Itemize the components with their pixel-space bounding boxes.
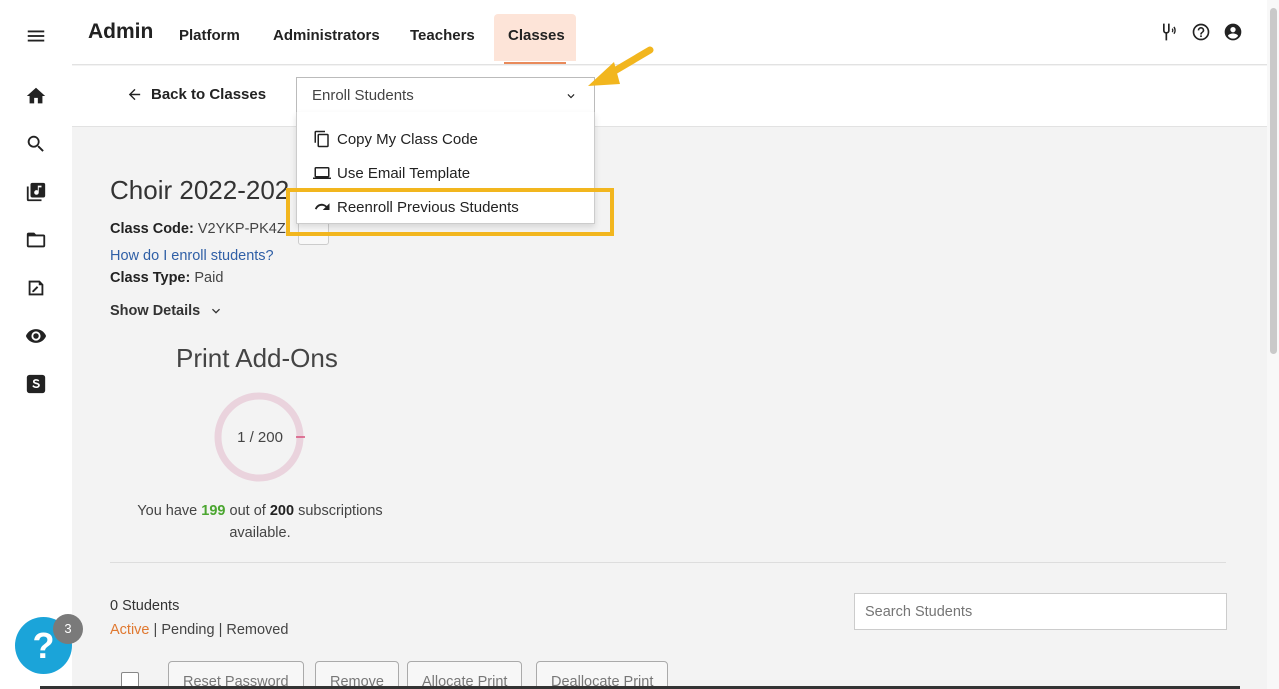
top-bar: Admin Platform Administrators Teachers C… [72, 0, 1267, 65]
allocate-print-button[interactable]: Allocate Print [407, 661, 523, 689]
chevron-down-icon [567, 94, 575, 99]
subs-middle: out of [229, 503, 266, 519]
filter-pending[interactable]: Pending [161, 622, 214, 638]
assignment-icon[interactable] [22, 274, 50, 302]
folder-icon[interactable] [22, 226, 50, 254]
scrollbar-thumb[interactable] [1270, 8, 1277, 354]
menu-item-label: Copy My Class Code [337, 130, 478, 148]
laptop-icon [313, 167, 331, 179]
subs-available-count: 199 [201, 503, 226, 519]
enroll-help-link[interactable]: How do I enroll students? [110, 248, 274, 264]
class-title: Choir 2022-202 [110, 175, 290, 205]
class-type-row: Class Type: Paid [110, 270, 223, 286]
left-rail [0, 0, 72, 689]
music-library-icon[interactable] [22, 178, 50, 206]
class-type-value: Paid [194, 270, 224, 286]
notification-badge: 3 [53, 614, 83, 644]
copy-icon [314, 130, 329, 148]
home-icon[interactable] [22, 82, 50, 110]
redo-icon [314, 203, 330, 210]
section-divider [110, 562, 1226, 563]
page-scrollbar[interactable] [1267, 0, 1279, 689]
tab-classes[interactable]: Classes [494, 14, 576, 64]
tuning-fork-icon[interactable] [1157, 21, 1179, 43]
show-details-toggle[interactable]: Show Details [110, 303, 224, 319]
menu-icon[interactable] [22, 22, 50, 50]
student-filters: Active | Pending | Removed [110, 622, 288, 638]
reset-password-button[interactable]: Reset Password [168, 661, 304, 689]
select-value: Enroll Students [312, 87, 414, 104]
show-details-label: Show Details [110, 303, 201, 319]
enroll-students-select[interactable]: Enroll Students [296, 77, 595, 113]
help-circle-icon[interactable] [1190, 21, 1212, 43]
class-type-label: Class Type: [110, 270, 191, 286]
subs-prefix: You have [137, 503, 198, 519]
menu-item-copy-class-code[interactable]: Copy My Class Code [313, 130, 478, 148]
print-addons-title: Print Add-Ons [176, 343, 338, 373]
subs-suffix: subscriptions [298, 503, 383, 519]
s-logo-icon[interactable] [22, 370, 50, 398]
menu-item-reenroll-previous-students[interactable]: Reenroll Previous Students [313, 198, 519, 216]
filter-removed[interactable]: Removed [226, 622, 288, 638]
subs-total-count: 200 [269, 503, 295, 519]
students-count: 0 Students [110, 598, 180, 614]
eye-icon[interactable] [22, 322, 50, 350]
subs-suffix-2: available. [229, 525, 291, 541]
sub-bar: Back to Classes [72, 66, 1267, 127]
tab-platform[interactable]: Platform [165, 14, 254, 64]
tab-administrators[interactable]: Administrators [259, 14, 394, 64]
subscriptions-summary: You have 199 out of 200 subscriptions av… [120, 500, 400, 544]
enroll-options-menu: Copy My Class Code Use Email Template Re… [296, 112, 595, 224]
menu-item-use-email-template[interactable]: Use Email Template [313, 164, 470, 182]
chevron-down-icon [212, 308, 221, 314]
arrow-left-icon [128, 88, 141, 101]
account-icon[interactable] [1222, 21, 1244, 43]
remove-button[interactable]: Remove [315, 661, 399, 689]
back-to-classes-link[interactable]: Back to Classes [126, 86, 266, 103]
tab-teachers[interactable]: Teachers [396, 14, 489, 64]
class-code-row: Class Code: V2YKP-PK4Z [110, 221, 286, 237]
search-students-input[interactable] [854, 593, 1227, 630]
search-icon[interactable] [22, 130, 50, 158]
brand-title: Admin [88, 20, 154, 43]
donut-label: 1 / 200 [237, 429, 283, 446]
deallocate-print-button[interactable]: Deallocate Print [536, 661, 669, 689]
class-code-label: Class Code: [110, 221, 194, 237]
class-code-value: V2YKP-PK4Z [197, 221, 286, 237]
filter-active[interactable]: Active [110, 622, 150, 638]
back-label: Back to Classes [151, 86, 267, 103]
menu-item-label: Reenroll Previous Students [337, 198, 519, 216]
menu-item-label: Use Email Template [337, 164, 471, 182]
